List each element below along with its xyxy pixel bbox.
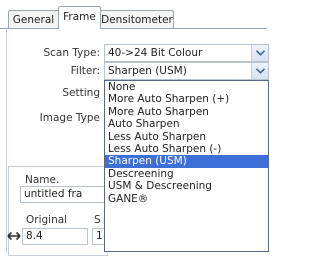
horizontal-arrows-icon [7,231,21,241]
filter-option[interactable]: More Auto Sharpen [105,106,268,118]
filter-option[interactable]: Sharpen (USM) [105,155,268,168]
original-s-label: S [94,214,101,226]
setting-label: Setting [62,87,100,99]
filter-option[interactable]: Auto Sharpen [105,118,268,130]
panel-left-border [6,28,7,252]
name-field[interactable]: untitled fra [20,186,106,203]
name-label: Name. [25,174,60,186]
chevron-down-icon[interactable] [251,63,268,79]
filter-option[interactable]: None [105,81,268,93]
image-type-label: Image Type [39,112,100,124]
scan-type-select[interactable]: 40->24 Bit Colour [104,44,269,62]
filter-option[interactable]: More Auto Sharpen (+) [105,93,268,105]
tab-divider [0,28,267,29]
filter-label: Filter: [70,65,100,77]
original-label: Original [26,214,68,226]
tab-bar: General Frame Densitometer [0,0,267,38]
filter-option[interactable]: Descreening [105,168,268,180]
scan-type-label: Scan Type: [43,47,100,59]
filter-option[interactable]: Less Auto Sharpen [105,131,268,143]
tab-general[interactable]: General [8,10,59,28]
filter-dropdown-list[interactable]: None More Auto Sharpen (+) More Auto Sharp… [104,80,269,252]
filter-value: Sharpen (USM) [108,65,187,77]
filter-select[interactable]: Sharpen (USM) [104,62,269,80]
tab-frame[interactable]: Frame [58,6,101,29]
tab-densitometer[interactable]: Densitometer [100,10,174,28]
filter-option[interactable]: GANE® [105,193,268,205]
width-field[interactable]: 8.4 [22,228,88,245]
filter-option[interactable]: Less Auto Sharpen (-) [105,143,268,155]
chevron-down-icon[interactable] [251,45,268,61]
filter-option[interactable]: USM & Descreening [105,180,268,192]
scan-type-value: 40->24 Bit Colour [108,47,203,59]
